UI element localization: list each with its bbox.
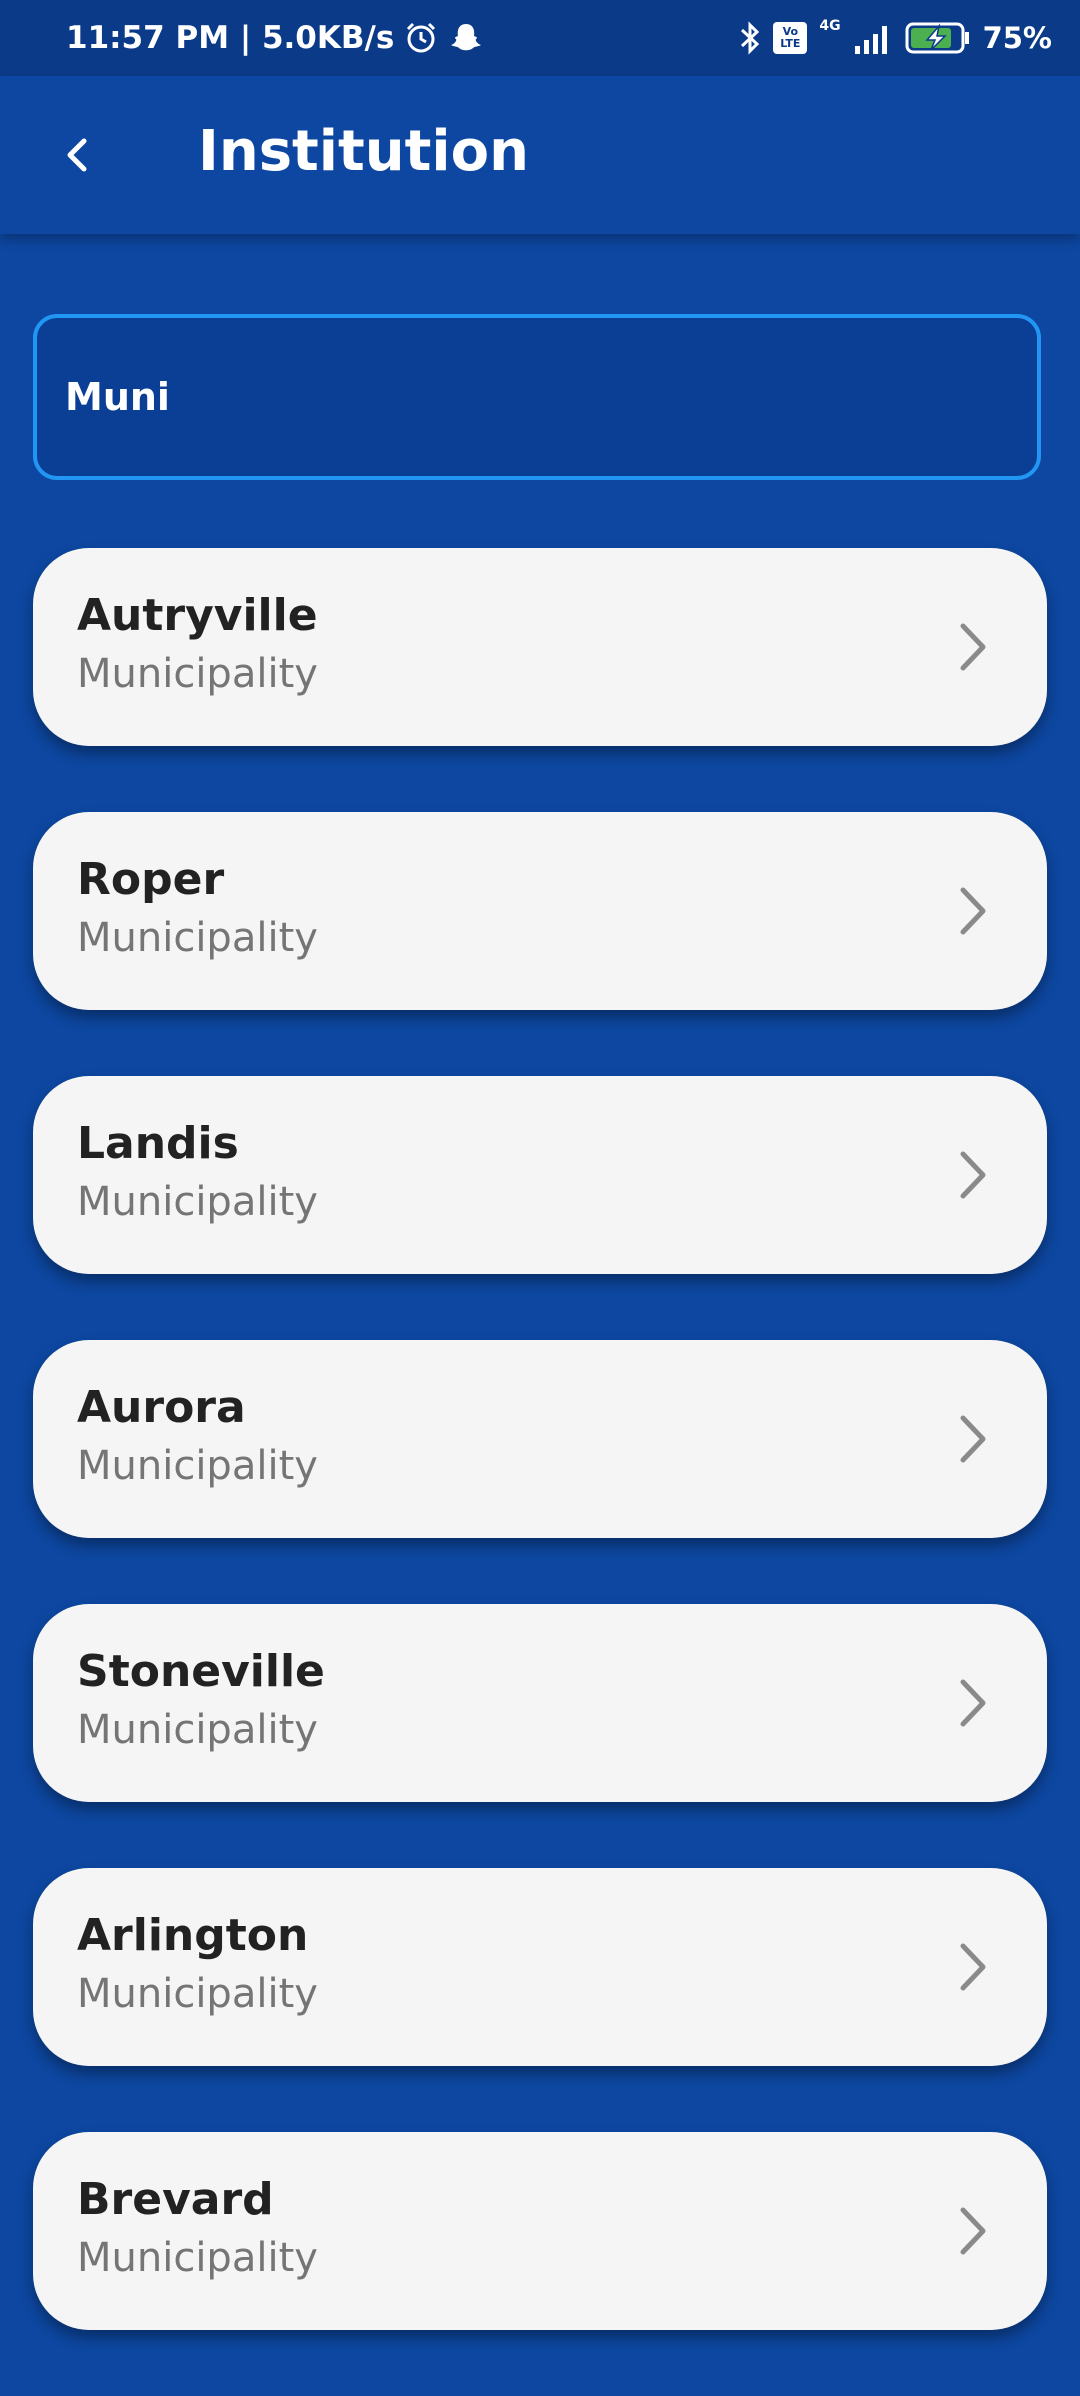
institution-name: Landis [77, 1118, 239, 1169]
battery-percent: 75% [982, 21, 1052, 55]
status-time-speed: 11:57 PM | 5.0KB/s [66, 20, 395, 56]
list-item[interactable]: Brevard Municipality [33, 2132, 1047, 2330]
status-right: Vo LTE 4G 75% [739, 0, 1052, 76]
institution-name: Brevard [77, 2174, 274, 2225]
institution-name: Aurora [77, 1382, 246, 1433]
signal-icon [854, 26, 887, 54]
institution-name: Arlington [77, 1910, 309, 1961]
alarm-icon [407, 22, 436, 53]
institution-name: Roper [77, 854, 225, 905]
chevron-right-icon [960, 1943, 986, 1991]
list-item[interactable]: Landis Municipality [33, 1076, 1047, 1274]
list-item[interactable]: Stoneville Municipality [33, 1604, 1047, 1802]
institution-type: Municipality [77, 915, 318, 961]
institution-type: Municipality [77, 651, 318, 697]
institution-name: Stoneville [77, 1646, 325, 1697]
institution-name: Autryville [77, 590, 318, 641]
institution-type: Municipality [77, 1971, 318, 2017]
search-input[interactable] [65, 318, 1005, 476]
status-bar: 11:57 PM | 5.0KB/s Vo LTE 4G 75% [0, 0, 1080, 76]
chevron-right-icon [960, 1679, 986, 1727]
institution-type: Municipality [77, 1707, 318, 1753]
institution-type: Municipality [77, 1179, 318, 1225]
chevron-right-icon [960, 1151, 986, 1199]
volte-icon: Vo LTE [773, 22, 808, 54]
back-button[interactable] [44, 122, 110, 188]
chevron-right-icon [960, 623, 986, 671]
snapchat-icon [451, 24, 482, 51]
institution-list: Autryville Municipality Roper Municipali… [33, 548, 1047, 2396]
list-item[interactable]: Arlington Municipality [33, 1868, 1047, 2066]
page-title: Institution [198, 119, 529, 184]
list-item[interactable]: Aurora Municipality [33, 1340, 1047, 1538]
app-bar: Institution [0, 76, 1080, 234]
list-item[interactable]: Autryville Municipality [33, 548, 1047, 746]
network-type: 4G [819, 18, 841, 34]
chevron-right-icon [960, 887, 986, 935]
status-left: 11:57 PM | 5.0KB/s [66, 0, 484, 76]
institution-type: Municipality [77, 2235, 318, 2281]
battery-charging-icon [905, 22, 969, 54]
chevron-right-icon [960, 1415, 986, 1463]
search-box[interactable] [33, 314, 1041, 480]
chevron-left-icon [67, 138, 87, 172]
institution-type: Municipality [77, 1443, 318, 1489]
chevron-right-icon [960, 2207, 986, 2255]
list-item[interactable]: Roper Municipality [33, 812, 1047, 1010]
bluetooth-icon [741, 21, 760, 55]
